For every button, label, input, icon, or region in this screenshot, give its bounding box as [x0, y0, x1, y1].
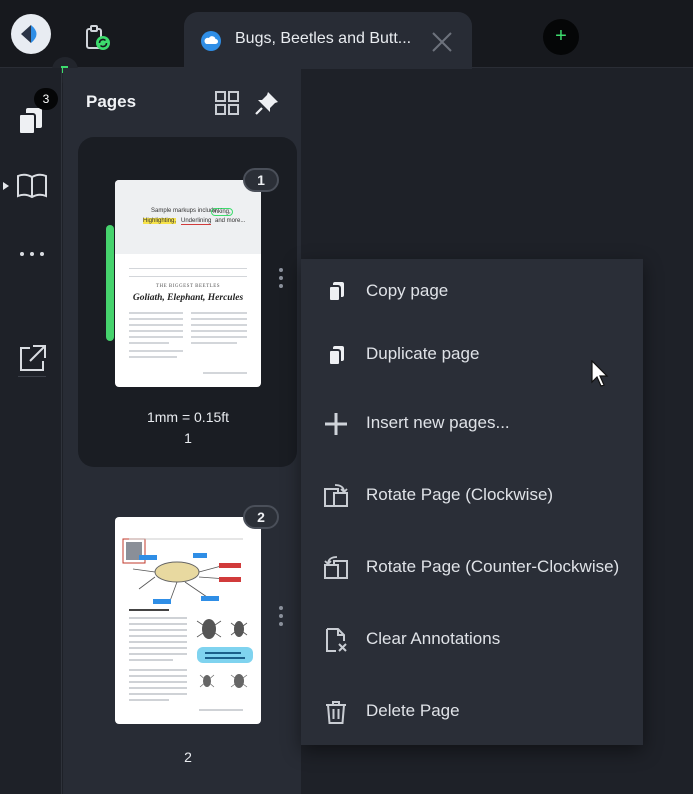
thumb-text-line	[129, 330, 183, 332]
thumb-text-line	[129, 318, 183, 320]
tab-active-document[interactable]: Bugs, Beetles and Butt...	[184, 12, 472, 69]
close-tab-icon[interactable]	[429, 29, 455, 55]
mouse-pointer-icon	[591, 360, 609, 387]
thumb-kw-underlining: Underlining	[181, 218, 212, 225]
menu-item-label: Duplicate page	[366, 344, 480, 363]
cloud-document-icon	[201, 31, 221, 51]
new-tab-button[interactable]: +	[543, 19, 579, 55]
menu-item-delete-page[interactable]: Delete Page	[301, 683, 643, 739]
document-sync-icon[interactable]	[84, 24, 112, 52]
rail-divider	[18, 376, 46, 377]
page-thumbnail-1[interactable]: Sample markups include Inking, Highlight…	[115, 180, 261, 387]
thumb-text-line	[191, 312, 247, 314]
tab-title: Bugs, Beetles and Butt...	[235, 30, 412, 47]
thumb-text-line	[129, 324, 183, 326]
thumb-text-line	[129, 350, 183, 352]
pin-icon[interactable]	[253, 89, 281, 117]
thumb-text-line	[191, 342, 237, 344]
external-link-icon	[20, 345, 46, 371]
duplicate-page-icon	[328, 346, 344, 366]
clear-annotations-icon	[326, 628, 347, 652]
copy-page-icon	[328, 282, 344, 302]
menu-item-label: Insert new pages...	[366, 413, 510, 432]
page-options-icon[interactable]	[275, 606, 287, 632]
thumb-text-line	[191, 324, 247, 326]
thumb-title: Goliath, Elephant, Hercules	[132, 293, 244, 303]
left-rail	[0, 68, 62, 794]
menu-item-label: Copy page	[366, 281, 449, 300]
pages-panel: Pages Sample markups include Inking, Hig…	[63, 68, 301, 794]
pages-count-badge: 3	[34, 88, 58, 110]
current-page-indicator	[106, 225, 114, 341]
thumb-kw-inking: Inking,	[211, 208, 233, 216]
menu-item-label: Rotate Page (Counter-Clockwise)	[366, 557, 620, 576]
page-thumbnail-2[interactable]	[115, 517, 261, 724]
thumb-text-line	[191, 336, 247, 338]
menu-item-rotate-counter-clockwise[interactable]: Rotate Page (Counter-Clockwise)	[301, 539, 643, 595]
plus-icon	[325, 413, 347, 435]
bookmarks-button[interactable]	[14, 168, 50, 204]
more-horizontal-icon	[20, 252, 44, 256]
thumb-kw-more: and more...	[215, 218, 246, 224]
app-window: Bugs, Beetles and Butt... + 3 Pages Samp…	[0, 0, 693, 794]
thumb-kw-highlighting: Highlighting,	[143, 218, 177, 224]
thumb-text-line	[191, 330, 247, 332]
thumb-rule	[129, 276, 247, 277]
page-label: 1	[184, 430, 192, 446]
tab-bar: Bugs, Beetles and Butt... +	[0, 0, 693, 69]
thumb-keywords: Sample markups include	[151, 208, 217, 214]
grid-view-icon[interactable]	[214, 90, 240, 116]
menu-item-label: Clear Annotations	[366, 629, 501, 648]
page-options-icon[interactable]	[275, 268, 287, 294]
thumb-rule	[129, 268, 247, 269]
thumb-text-line	[129, 356, 177, 358]
menu-item-label: Rotate Page (Clockwise)	[366, 485, 554, 504]
page-number-badge: 1	[243, 168, 279, 192]
rotate-clockwise-icon	[324, 484, 348, 507]
menu-item-label: Delete Page	[366, 701, 460, 720]
thumb-text-line	[191, 318, 247, 320]
menu-item-insert-pages[interactable]: Insert new pages...	[301, 395, 643, 451]
beetle-diagram-thumbnail	[122, 538, 253, 711]
page-number-badge: 2	[243, 505, 279, 529]
page-label: 2	[184, 749, 192, 765]
menu-item-clear-annotations[interactable]: Clear Annotations	[301, 611, 643, 667]
trash-icon	[326, 701, 346, 724]
thumb-text-line	[129, 312, 183, 314]
thumb-text-line	[129, 342, 169, 344]
page-scale-label: 1mm = 0.15ft	[146, 409, 230, 425]
thumbnail-header	[115, 180, 261, 254]
open-external-button[interactable]	[14, 340, 50, 376]
thumb-footer-line	[203, 372, 247, 374]
menu-item-rotate-clockwise[interactable]: Rotate Page (Clockwise)	[301, 467, 643, 523]
rotate-counter-clockwise-icon	[324, 556, 348, 579]
expand-caret-icon[interactable]	[3, 182, 9, 190]
menu-item-copy-page[interactable]: Copy page	[301, 263, 643, 319]
panel-title: Pages	[86, 92, 137, 111]
thumb-subtitle: THE BIGGEST BEETLES	[155, 284, 221, 289]
book-open-icon	[17, 173, 47, 199]
thumb-text-line	[129, 336, 183, 338]
page-context-menu: Copy page Duplicate page Insert new page…	[301, 259, 643, 745]
more-tools-button[interactable]	[14, 236, 50, 272]
plus-icon: +	[555, 25, 567, 47]
app-logo-icon[interactable]	[11, 14, 51, 54]
